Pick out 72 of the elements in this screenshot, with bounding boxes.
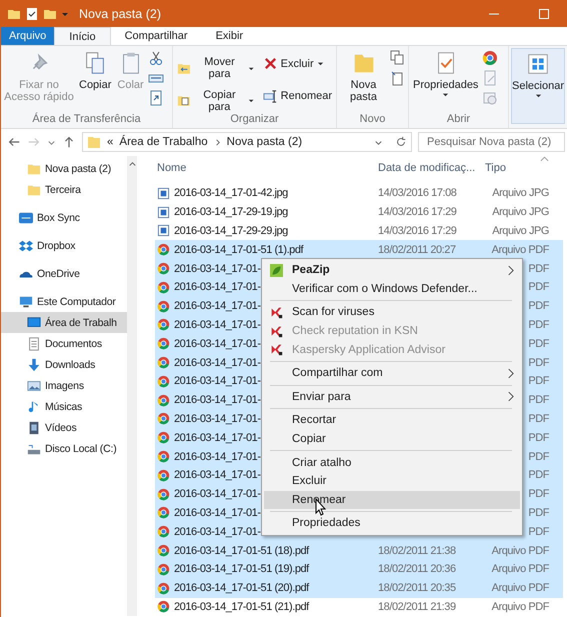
nav-label: Dropbox — [37, 240, 76, 252]
modified-date: 14/03/2016 17:29 — [378, 206, 456, 218]
file-name: 2016-03-14_17-01-51 (18).pdf — [174, 544, 309, 557]
modified-date: 18/02/2011 20:35 — [378, 582, 456, 594]
nav-label: Músicas — [45, 400, 82, 412]
nav-label: Área de Trabalh — [45, 316, 117, 328]
file-type: Arquivo PDF — [492, 600, 549, 613]
file-type: Arquivo PDF — [492, 244, 549, 256]
file-name: 2016-03-14_17-01-42.jpg — [174, 187, 288, 200]
nav-label: Disco Local (C:) — [45, 442, 116, 454]
file-type: Arquivo PDF — [492, 563, 549, 576]
file-type: Arquivo PDF — [492, 544, 549, 557]
file-type: PDF — [528, 281, 549, 294]
file-name: 2016-03-14_17-01- — [174, 375, 261, 388]
nav-label: Este Computador — [37, 296, 116, 308]
file-name: 2016-03-14_17-29-19.jpg — [174, 206, 288, 218]
file-type: PDF — [528, 526, 549, 538]
file-type: Arquivo JPG — [492, 187, 549, 200]
group-label: Abrir — [446, 113, 472, 127]
file-type: Arquivo JPG — [492, 224, 549, 237]
file-type: PDF — [528, 300, 549, 312]
file-type: PDF — [528, 338, 549, 350]
file-type: PDF — [528, 394, 549, 406]
modified-date: 14/03/2016 17:08 — [378, 187, 456, 200]
file-name: 2016-03-14_17-01- — [174, 394, 261, 406]
file-name: 2016-03-14_17-01- — [174, 412, 261, 425]
nav-label: Vídeos — [45, 422, 76, 434]
file-name: 2016-03-14_17-01- — [174, 488, 261, 500]
nav-label: Imagens — [45, 380, 84, 392]
file-name: 2016-03-14_17-01- — [174, 338, 261, 350]
file-name: 2016-03-14_17-01- — [174, 300, 261, 312]
file-type: PDF — [528, 488, 549, 500]
file-type: PDF — [528, 375, 549, 388]
file-type: PDF — [528, 432, 549, 444]
file-name: 2016-03-14_17-01- — [174, 432, 261, 444]
modified-date: 14/03/2016 17:29 — [378, 224, 456, 237]
file-type: PDF — [528, 412, 549, 425]
modified-date: 18/02/2011 20:36 — [378, 563, 456, 576]
file-name: 2016-03-14_17-01- — [174, 526, 261, 538]
group-label: Novo — [358, 113, 386, 127]
group-label: Área de Transferência — [31, 113, 142, 127]
file-type: Arquivo PDF — [492, 582, 549, 594]
modified-date: 18/02/2011 21:39 — [378, 600, 456, 613]
file-name: 2016-03-14_17-01- — [174, 318, 261, 331]
nav-label: OneDrive — [37, 268, 80, 280]
nav-label: Documentos — [45, 338, 102, 350]
file-name: 2016-03-14_17-01- — [174, 356, 261, 369]
nav-label: Nova pasta (2) — [45, 162, 112, 174]
file-name: 2016-03-14_17-01- — [174, 450, 261, 463]
file-type: PDF — [528, 506, 549, 519]
file-type: PDF — [528, 318, 549, 331]
group-label: Organizar — [229, 113, 280, 127]
file-name: 2016-03-14_17-01- — [174, 281, 261, 294]
nav-label: Downloads — [45, 358, 96, 370]
modified-date: 18/02/2011 20:27 — [378, 244, 456, 256]
modified-date: 18/02/2011 21:38 — [378, 544, 456, 557]
file-name: 2016-03-14_17-01- — [174, 262, 261, 275]
nav-label: Terceira — [45, 184, 81, 196]
file-type: Arquivo JPG — [492, 206, 549, 218]
file-name: 2016-03-14_17-01- — [174, 506, 261, 519]
file-name: 2016-03-14_17-01-51 (21).pdf — [174, 600, 309, 613]
window-title: Nova pasta (2) — [79, 6, 161, 20]
nav-label: Box Sync — [37, 212, 80, 224]
file-name: 2016-03-14_17-01-51 (19).pdf — [174, 563, 309, 576]
file-name: 2016-03-14_17-29-29.jpg — [174, 224, 288, 237]
file-type: PDF — [528, 262, 549, 275]
file-name: 2016-03-14_17-01- — [174, 469, 261, 482]
file-type: PDF — [528, 469, 549, 482]
file-type: PDF — [528, 356, 549, 369]
file-name: 2016-03-14_17-01-51 (20).pdf — [174, 582, 309, 594]
file-name: 2016-03-14_17-01-51 (1).pdf — [174, 244, 304, 256]
file-type: PDF — [528, 450, 549, 463]
